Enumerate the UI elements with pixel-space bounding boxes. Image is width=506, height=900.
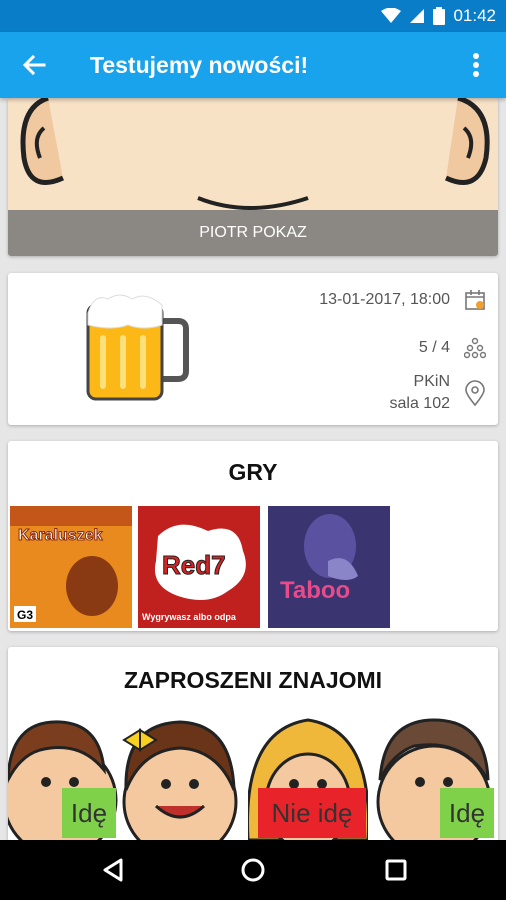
game-tagline-red7: Wygrywasz albo odpa bbox=[142, 612, 237, 622]
games-heading: GRY bbox=[228, 459, 278, 485]
friend-status-badge: Nie idę bbox=[258, 788, 366, 838]
page-title: Testujemy nowości! bbox=[90, 52, 309, 78]
clock: 01:42 bbox=[453, 6, 496, 25]
game-thumbnail-red7[interactable]: Red7 Wygrywasz albo odpa bbox=[138, 506, 260, 628]
friends-heading: ZAPROSZENI ZNAJOMI bbox=[123, 667, 383, 693]
signal-icon bbox=[410, 9, 425, 23]
nav-recents-icon[interactable] bbox=[378, 852, 414, 888]
organizer-card[interactable]: PIOTR POKAZ bbox=[8, 98, 498, 256]
people-icon bbox=[464, 337, 486, 359]
event-participants-row: 5 / 4 bbox=[419, 337, 486, 359]
friend-status-badge: Idę bbox=[440, 788, 494, 838]
beer-mug-icon bbox=[86, 294, 189, 401]
participants-count: 5 / 4 bbox=[418, 339, 450, 356]
calendar-icon bbox=[465, 290, 485, 310]
event-date-row: 13-01-2017, 18:00 bbox=[319, 289, 486, 311]
friend-avatar-4[interactable]: Idę bbox=[374, 710, 494, 840]
status-bar: 01:42 bbox=[0, 0, 506, 32]
battery-icon bbox=[433, 7, 446, 25]
location-pin-icon bbox=[465, 380, 485, 406]
nav-home-icon[interactable] bbox=[235, 852, 271, 888]
friend-avatar-3[interactable]: Nie idę bbox=[246, 710, 370, 840]
wifi-icon bbox=[381, 8, 402, 23]
game-title-taboo: Taboo bbox=[280, 577, 350, 604]
game-title-karaluszek: Karaluszek bbox=[18, 527, 103, 544]
event-content: PIOTR POKAZ 13-01-2017, 18:00 5 / 4 PKiN… bbox=[0, 98, 506, 840]
nav-back-icon[interactable] bbox=[95, 852, 131, 888]
game-thumbnail-karaluszek[interactable]: Karaluszek G3 bbox=[10, 506, 132, 628]
more-options-icon[interactable] bbox=[460, 49, 492, 81]
game-title-red7: Red7 bbox=[162, 550, 226, 580]
event-details-card: 13-01-2017, 18:00 5 / 4 PKiN sala 102 bbox=[8, 273, 498, 425]
friend-avatar-1[interactable]: Idę bbox=[8, 710, 120, 840]
friend-avatar-2[interactable] bbox=[120, 710, 240, 840]
organizer-name: PIOTR POKAZ bbox=[8, 210, 498, 256]
system-nav-bar bbox=[0, 840, 506, 900]
games-card: GRY Karaluszek G3 Red7 Wygrywasz albo od… bbox=[8, 441, 498, 631]
back-arrow-icon[interactable] bbox=[18, 49, 50, 81]
game-publisher-g3: G3 bbox=[17, 608, 33, 622]
app-bar: Testujemy nowości! bbox=[0, 32, 506, 98]
location-venue: PKiN bbox=[413, 373, 450, 390]
location-room: sala 102 bbox=[389, 395, 451, 412]
friend-status-badge: Idę bbox=[62, 788, 116, 838]
invited-friends-card: ZAPROSZENI ZNAJOMI Idę Nie idę Idę bbox=[8, 647, 498, 840]
event-location: PKiN sala 102 bbox=[390, 371, 451, 415]
game-thumbnail-taboo[interactable]: Taboo bbox=[268, 506, 390, 628]
event-location-row: PKiN sala 102 bbox=[390, 371, 487, 415]
event-datetime: 13-01-2017, 18:00 bbox=[319, 291, 450, 308]
